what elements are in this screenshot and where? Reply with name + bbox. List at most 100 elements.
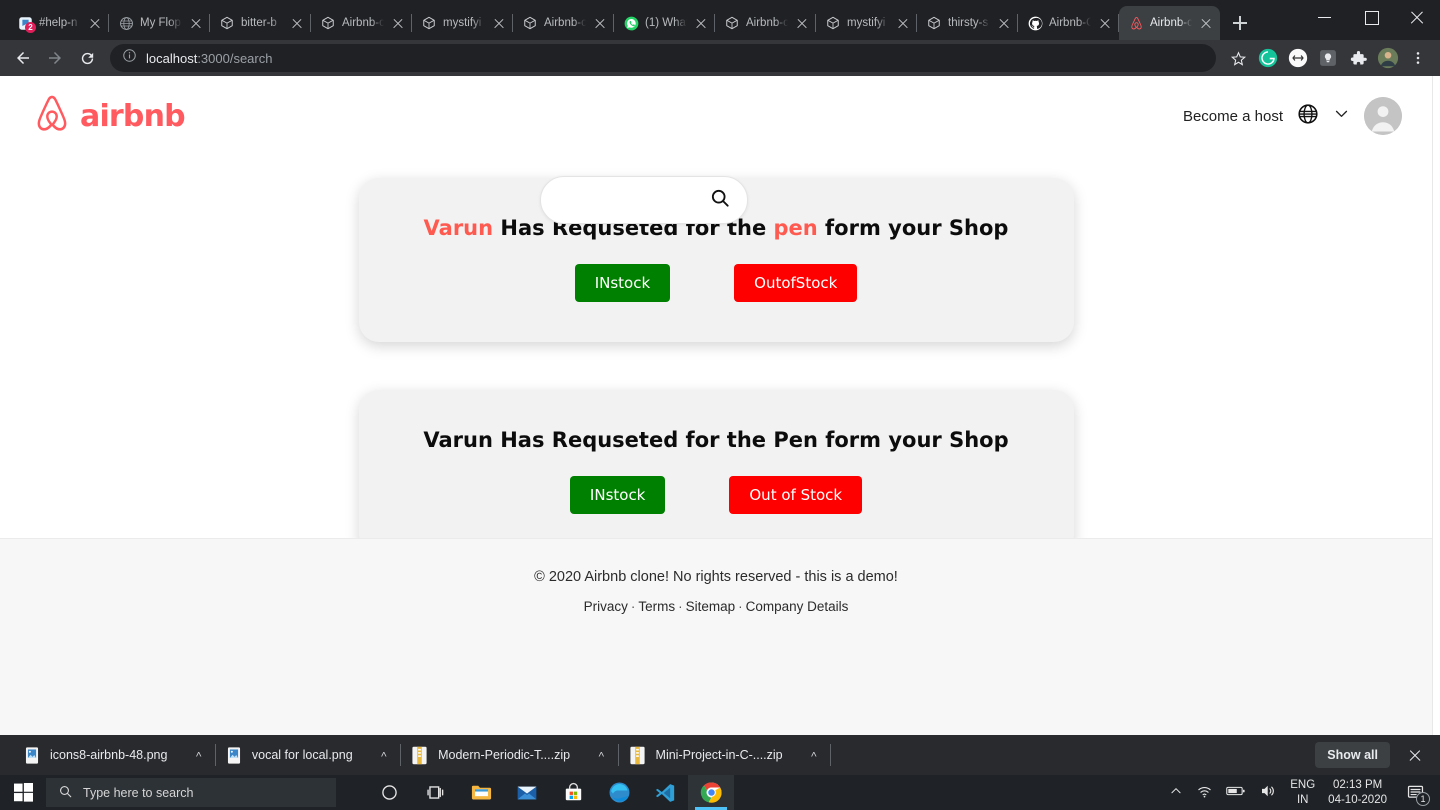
browser-toolbar: localhost:3000/search — [0, 40, 1440, 76]
close-tab-icon[interactable] — [693, 15, 709, 31]
star-icon[interactable] — [1224, 44, 1252, 72]
request-card-title: Varun Has Requseted for the Pen form you… — [379, 428, 1054, 452]
edge-icon[interactable] — [596, 775, 642, 810]
close-tab-icon[interactable] — [592, 15, 608, 31]
browser-tab[interactable]: bitter-b — [210, 6, 311, 40]
close-window-button[interactable] — [1394, 0, 1440, 34]
footer-link[interactable]: Privacy — [584, 599, 628, 614]
system-tray: ENG IN 02:13 PM 04-10-2020 1 — [1169, 775, 1440, 810]
chrome-browser-window: 2 #help-n My Flop bitter-b Airbnb-c mystifyi A… — [0, 0, 1440, 735]
wifi-icon[interactable] — [1196, 783, 1213, 803]
footer-link[interactable]: Company Details — [746, 599, 849, 614]
address-bar[interactable]: localhost:3000/search — [110, 44, 1216, 72]
close-tab-icon[interactable] — [390, 15, 406, 31]
forward-arrow-icon[interactable] — [40, 43, 70, 73]
globe-icon — [118, 15, 134, 31]
puzzle-icon[interactable] — [1344, 44, 1372, 72]
windows-start-icon[interactable] — [0, 775, 46, 810]
chrome-icon[interactable] — [688, 775, 734, 810]
airbnb-logo[interactable]: airbnb — [32, 93, 186, 140]
browser-tab-active[interactable]: Airbnb-c — [1119, 6, 1220, 40]
request-title-text: Varun Has Requseted for the Pen form you… — [423, 428, 1009, 452]
close-tab-icon[interactable] — [1198, 15, 1214, 31]
microsoft-store-icon[interactable] — [550, 775, 596, 810]
footer-links: Privacy · Terms · Sitemap · Company Details — [0, 599, 1432, 614]
browser-tab[interactable]: mystifyi — [816, 6, 917, 40]
search-input[interactable] — [559, 192, 709, 208]
address-bar-url: localhost:3000/search — [146, 50, 273, 66]
window-controls — [1302, 0, 1440, 34]
show-all-downloads-button[interactable]: Show all — [1315, 742, 1390, 768]
codesandbox-icon — [926, 15, 942, 31]
download-item[interactable]: icons8-airbnb-48.png ˄ — [14, 741, 216, 769]
browser-tab[interactable]: Airbnb-c — [715, 6, 816, 40]
codesandbox-icon — [825, 15, 841, 31]
clock[interactable]: 02:13 PM 04-10-2020 — [1328, 778, 1387, 807]
close-tab-icon[interactable] — [87, 15, 103, 31]
download-menu-caret-icon[interactable]: ˄ — [811, 750, 817, 760]
browser-tab[interactable]: Airbnb-C — [1018, 6, 1119, 40]
reload-icon[interactable] — [72, 43, 102, 73]
cortana-icon[interactable] — [366, 775, 412, 810]
download-menu-caret-icon[interactable]: ˄ — [598, 750, 604, 760]
three-dot-menu-icon[interactable] — [1404, 44, 1432, 72]
browser-tab-title: Airbnb-c — [746, 17, 788, 29]
info-circle-icon[interactable] — [122, 48, 137, 68]
browser-tab[interactable]: thirsty-s — [917, 6, 1018, 40]
close-tab-icon[interactable] — [188, 15, 204, 31]
close-tab-icon[interactable] — [289, 15, 305, 31]
download-menu-caret-icon[interactable]: ˄ — [195, 750, 201, 760]
browser-tab[interactable]: 2 #help-n — [8, 6, 109, 40]
chevron-up-icon[interactable] — [1169, 784, 1183, 801]
taskbar-search-box[interactable]: Type here to search — [46, 778, 336, 807]
tab-strip: 2 #help-n My Flop bitter-b Airbnb-c mystifyi A… — [0, 0, 1440, 40]
chevron-down-icon[interactable] — [1333, 105, 1350, 127]
mail-icon[interactable] — [504, 775, 550, 810]
notification-icon[interactable]: 1 — [1400, 775, 1430, 810]
in-stock-button[interactable]: INstock — [574, 264, 671, 302]
file-explorer-icon[interactable] — [458, 775, 504, 810]
browser-tab[interactable]: mystifyi — [412, 6, 513, 40]
close-tab-icon[interactable] — [491, 15, 507, 31]
task-view-icon[interactable] — [412, 775, 458, 810]
footer-link[interactable]: Sitemap — [686, 599, 736, 614]
download-item[interactable]: Mini-Project-in-C-....zip ˄ — [619, 741, 832, 769]
new-tab-button[interactable] — [1226, 9, 1254, 37]
minimize-window-button[interactable] — [1302, 0, 1348, 34]
download-menu-caret-icon[interactable]: ˄ — [381, 750, 387, 760]
close-downloads-bar-icon[interactable] — [1402, 742, 1428, 768]
out-of-stock-button[interactable]: Out of Stock — [729, 476, 863, 514]
in-stock-button[interactable]: INstock — [569, 476, 666, 514]
footer-link[interactable]: Terms — [638, 599, 675, 614]
become-a-host-link[interactable]: Become a host — [1183, 108, 1283, 125]
browser-tab[interactable]: Airbnb-c — [311, 6, 412, 40]
keyboard-language-indicator[interactable]: ENG IN — [1290, 778, 1315, 807]
profile-avatar[interactable] — [1374, 44, 1402, 72]
browser-tab-title: Airbnb-C — [1049, 17, 1091, 29]
maximize-window-button[interactable] — [1348, 0, 1394, 34]
page-scrollbar[interactable] — [1432, 76, 1440, 735]
browser-tab[interactable]: Airbnb-c — [513, 6, 614, 40]
back-arrow-icon[interactable] — [8, 43, 38, 73]
close-tab-icon[interactable] — [1097, 15, 1113, 31]
download-item[interactable]: vocal for local.png ˄ — [216, 741, 402, 769]
close-tab-icon[interactable] — [996, 15, 1012, 31]
globe-icon[interactable] — [1297, 103, 1319, 130]
browser-tab[interactable]: My Flop — [109, 6, 210, 40]
extension-circle-icon[interactable] — [1284, 44, 1312, 72]
search-icon[interactable] — [709, 187, 731, 214]
speaker-icon[interactable] — [1259, 782, 1277, 803]
user-avatar-icon[interactable] — [1364, 97, 1402, 135]
vscode-icon[interactable] — [642, 775, 688, 810]
close-tab-icon[interactable] — [895, 15, 911, 31]
lightbulb-icon[interactable] — [1314, 44, 1342, 72]
download-item[interactable]: Modern-Periodic-T....zip ˄ — [401, 741, 619, 769]
clock-time: 02:13 PM — [1332, 779, 1383, 792]
out-of-stock-button[interactable]: OutofStock — [734, 264, 858, 302]
close-tab-icon[interactable] — [794, 15, 810, 31]
whatsapp-icon — [623, 15, 639, 31]
search-bar[interactable] — [540, 176, 748, 224]
grammarly-icon[interactable] — [1254, 44, 1282, 72]
browser-tab[interactable]: (1) What — [614, 6, 715, 40]
battery-icon[interactable] — [1226, 784, 1246, 801]
